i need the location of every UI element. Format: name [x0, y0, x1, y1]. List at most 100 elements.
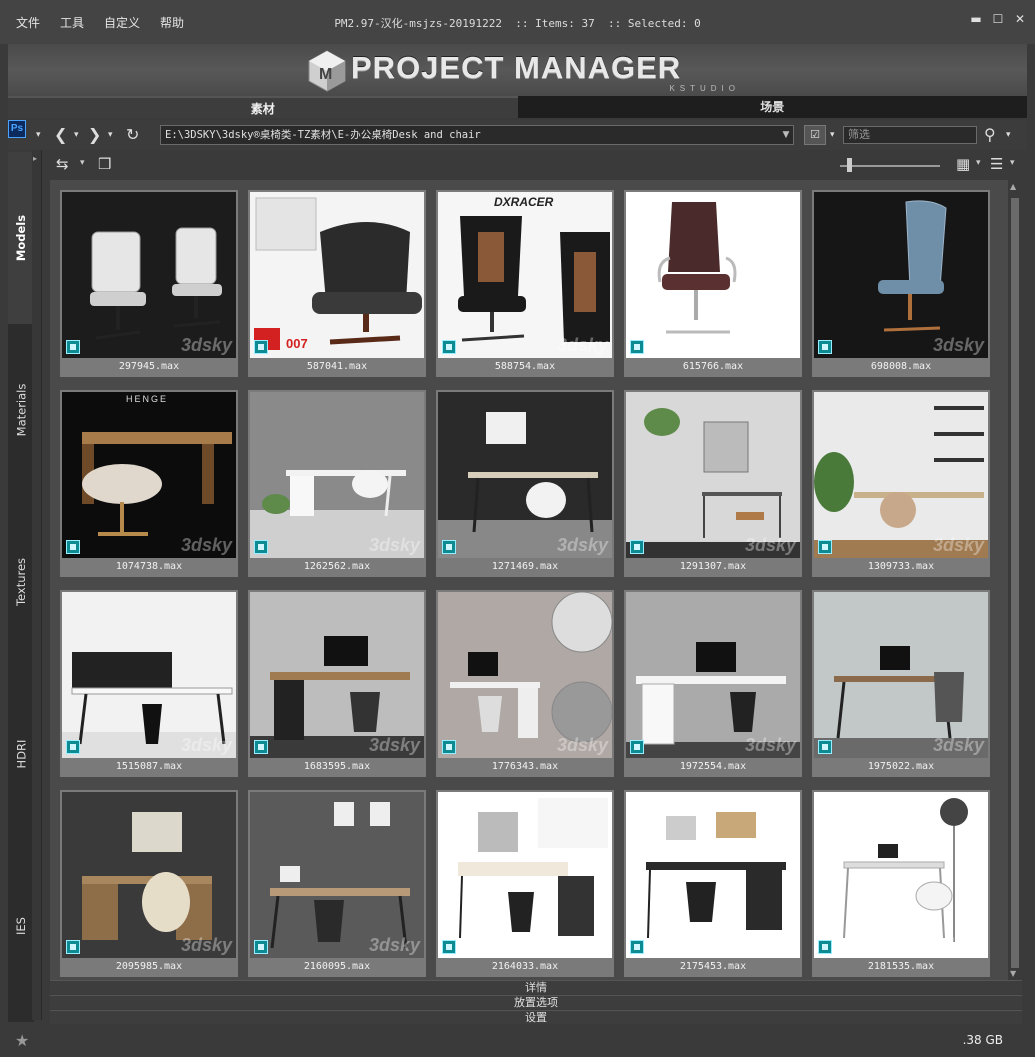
back-dropdown-icon[interactable]: ▾: [74, 125, 79, 145]
asset-card[interactable]: 3dsky 1515087.max: [60, 590, 238, 777]
tab-scenes[interactable]: 场景: [517, 96, 1027, 118]
watermark: 3dsky: [744, 535, 796, 555]
asset-thumbnail[interactable]: 3dsky: [814, 792, 988, 958]
asset-card[interactable]: 3dsky 2164033.max: [436, 790, 614, 977]
asset-card[interactable]: 3dsky 297945.max: [60, 190, 238, 377]
grid-view-icon[interactable]: ▦: [956, 155, 970, 173]
asset-thumbnail[interactable]: 3dsky: [62, 592, 236, 758]
asset-card[interactable]: HENGE 3dsky 1074738.max: [60, 390, 238, 577]
asset-filename: 1271469.max: [491, 561, 559, 572]
asset-thumbnail[interactable]: 3dsky: [814, 592, 988, 758]
asset-thumbnail[interactable]: 3dsky: [626, 192, 800, 358]
photoshop-icon[interactable]: Ps: [8, 120, 26, 138]
asset-card[interactable]: DXRACER 3dsky 588754.max: [436, 190, 614, 377]
asset-preview-image: [62, 192, 236, 358]
forward-icon[interactable]: ❯: [88, 125, 101, 145]
sidebar-item-textures[interactable]: Textures: [8, 496, 34, 668]
asset-filename: 1074738.max: [115, 561, 183, 572]
sidebar-item-materials[interactable]: Materials: [8, 324, 34, 496]
max-file-icon: [630, 540, 644, 554]
asset-card[interactable]: 3dsky 1972554.max: [624, 590, 802, 777]
sort-dropdown-icon[interactable]: ▾: [1010, 158, 1015, 168]
asset-thumbnail[interactable]: 007: [250, 192, 424, 358]
scroll-thumb[interactable]: [1011, 198, 1019, 968]
asset-card[interactable]: 3dsky 698008.max: [812, 190, 990, 377]
asset-preview-image: [438, 392, 612, 558]
watermark: 3dsky: [744, 735, 796, 755]
asset-thumbnail[interactable]: 3dsky: [250, 792, 424, 958]
asset-thumbnail[interactable]: 3dsky: [250, 592, 424, 758]
filter-options-icon[interactable]: ☑: [804, 125, 826, 145]
back-icon[interactable]: ❮: [54, 125, 67, 145]
asset-card[interactable]: 3dsky 1975022.max: [812, 590, 990, 777]
asset-card[interactable]: 3dsky 1262562.max: [248, 390, 426, 577]
view-toolbar: ⇆ ▾ ❒ ▦ ▾ ☰ ▾: [44, 152, 1027, 180]
asset-card[interactable]: 3dsky 1291307.max: [624, 390, 802, 577]
asset-card[interactable]: 007 587041.max: [248, 190, 426, 377]
sort-icon[interactable]: ☰: [990, 155, 1003, 173]
settings-panel-header[interactable]: 设置: [50, 1010, 1022, 1024]
asset-thumbnail[interactable]: 3dsky: [814, 392, 988, 558]
search-icon[interactable]: ⚲: [984, 125, 996, 144]
asset-card[interactable]: 3dsky 2095985.max: [60, 790, 238, 977]
asset-card[interactable]: 3dsky 1309733.max: [812, 390, 990, 577]
scroll-up-icon[interactable]: ▲: [1010, 182, 1016, 191]
minimize-icon[interactable]: ▬: [969, 12, 983, 26]
asset-card[interactable]: 3dsky 1271469.max: [436, 390, 614, 577]
asset-thumbnail[interactable]: HENGE 3dsky: [62, 392, 236, 558]
max-file-icon: [66, 740, 80, 754]
forward-dropdown-icon[interactable]: ▾: [108, 125, 113, 145]
slider-handle[interactable]: [847, 158, 852, 172]
asset-thumbnail[interactable]: 3dsky: [62, 792, 236, 958]
cube-icon[interactable]: ❒: [98, 155, 111, 173]
sync-dropdown-icon[interactable]: ▾: [80, 158, 85, 168]
filter-input[interactable]: 筛选: [843, 126, 977, 144]
path-dropdown-icon[interactable]: ▼: [779, 126, 793, 144]
thumbnail-size-slider[interactable]: [840, 165, 940, 167]
logo-title: PROJECT MANAGER: [351, 50, 682, 85]
asset-card[interactable]: 3dsky 1776343.max: [436, 590, 614, 777]
close-icon[interactable]: ✕: [1013, 12, 1027, 26]
scroll-down-icon[interactable]: ▼: [1010, 969, 1016, 978]
search-dropdown-icon[interactable]: ▾: [1006, 125, 1011, 145]
asset-preview-image: [814, 192, 988, 358]
asset-thumbnail[interactable]: 3dsky: [626, 392, 800, 558]
ps-dropdown-icon[interactable]: ▾: [36, 125, 41, 145]
asset-thumbnail[interactable]: 3dsky: [814, 192, 988, 358]
asset-thumbnail[interactable]: 3dsky: [626, 592, 800, 758]
asset-thumbnail[interactable]: 3dsky: [626, 792, 800, 958]
sidebar-collapse-handle[interactable]: ▸: [32, 150, 42, 1020]
asset-card[interactable]: 3dsky 2175453.max: [624, 790, 802, 977]
asset-thumbnail[interactable]: 3dsky: [438, 592, 612, 758]
grid-dropdown-icon[interactable]: ▾: [976, 158, 981, 168]
asset-thumbnail[interactable]: 3dsky: [62, 192, 236, 358]
asset-card[interactable]: 3dsky 1683595.max: [248, 590, 426, 777]
sidebar-item-models[interactable]: Models: [8, 152, 34, 324]
asset-card[interactable]: 3dsky 615766.max: [624, 190, 802, 377]
sidebar-label: Textures: [14, 557, 28, 607]
sidebar-item-hdri[interactable]: HDRI: [8, 668, 34, 840]
watermark: 3dsky: [368, 935, 420, 955]
filter-dropdown-icon[interactable]: ▾: [830, 125, 835, 145]
asset-thumbnail[interactable]: 3dsky: [438, 392, 612, 558]
grid-scrollbar[interactable]: ▲ ▼: [1008, 180, 1022, 980]
maximize-icon[interactable]: ☐: [991, 12, 1005, 26]
logo-subtitle: KSTUDIO: [669, 84, 740, 93]
path-input[interactable]: E:\3DSKY\3dsky®桌椅类-TZ素材\E-办公桌椅Desk and c…: [160, 125, 794, 145]
asset-thumbnail[interactable]: 3dsky: [438, 792, 612, 958]
sync-icon[interactable]: ⇆: [56, 155, 69, 173]
asset-card[interactable]: 3dsky 2160095.max: [248, 790, 426, 977]
star-icon[interactable]: ★: [15, 1031, 29, 1050]
max-file-icon: [66, 940, 80, 954]
refresh-icon[interactable]: ↻: [126, 125, 139, 145]
max-file-icon: [630, 740, 644, 754]
watermark: 3dsky: [180, 335, 232, 355]
placement-options-panel-header[interactable]: 放置选项: [50, 995, 1022, 1009]
tab-assets[interactable]: 素材: [8, 96, 518, 118]
asset-thumbnail[interactable]: 3dsky: [250, 392, 424, 558]
asset-card[interactable]: 3dsky 2181535.max: [812, 790, 990, 977]
details-panel-header[interactable]: 详情: [50, 980, 1022, 994]
asset-thumbnail[interactable]: DXRACER 3dsky: [438, 192, 612, 358]
asset-filename: 1262562.max: [303, 561, 371, 572]
sidebar-item-ies[interactable]: IES: [8, 840, 34, 1012]
